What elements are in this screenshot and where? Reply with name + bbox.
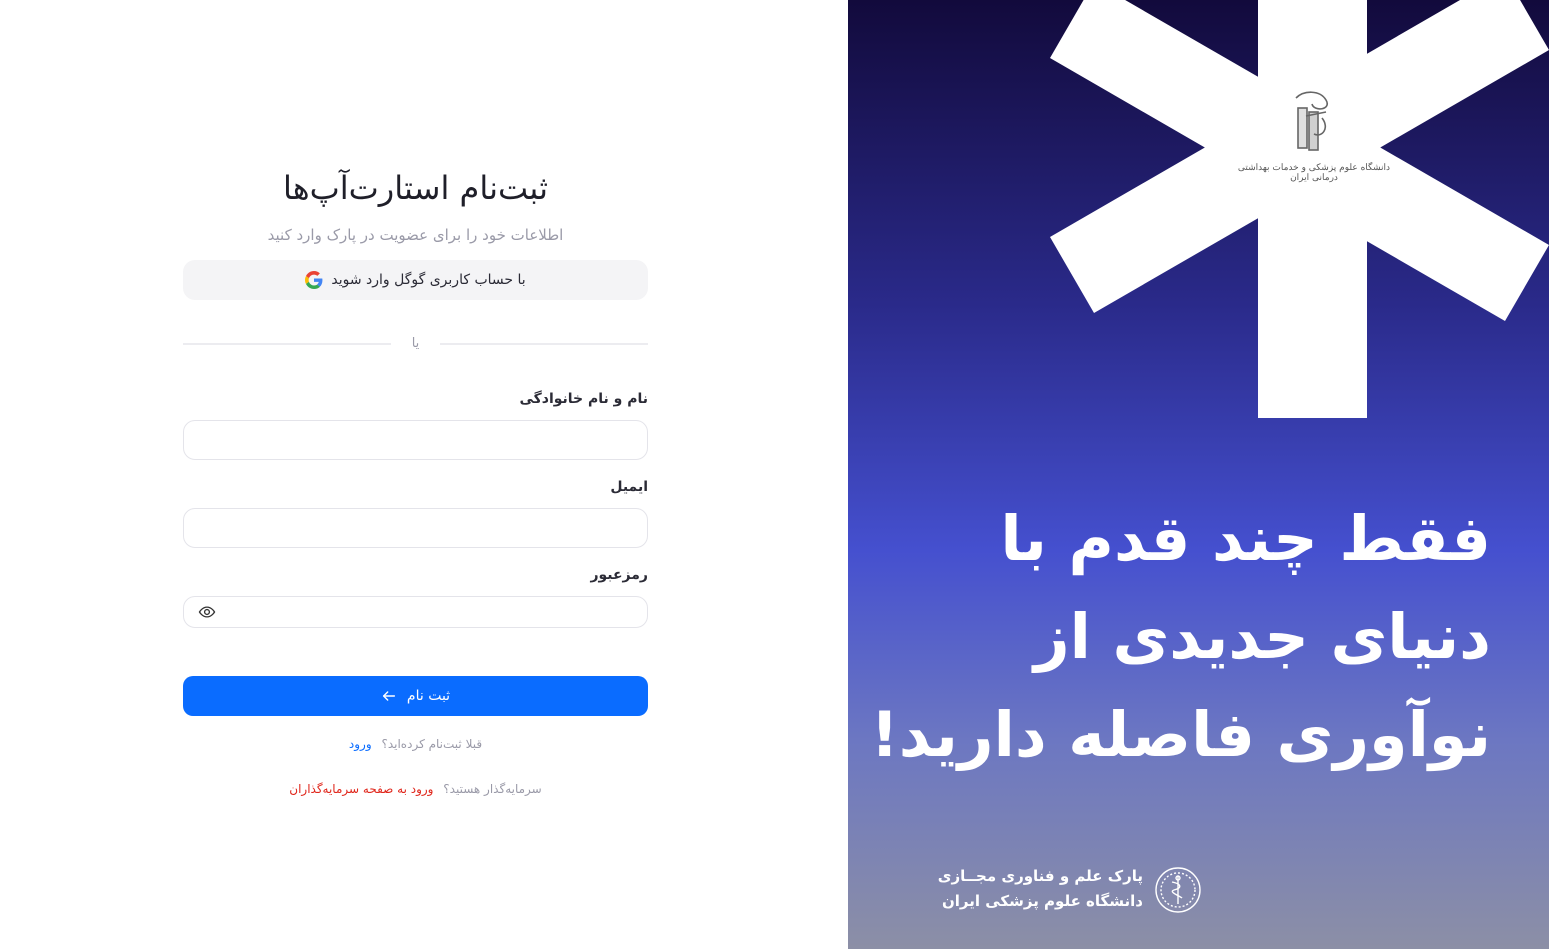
or-divider: یا [183, 334, 648, 354]
page-subtitle: اطلاعات خود را برای عضویت در پارک وارد ک… [267, 226, 564, 244]
headline-line: دنیای جدیدی از [1033, 600, 1491, 673]
login-link[interactable]: ورود [349, 737, 372, 751]
password-input[interactable] [183, 596, 648, 628]
asterisk-shape [1050, 0, 1549, 418]
hero-banner: دانشگاه علوم پزشکی و خدمات بهداشتی درمان… [848, 0, 1549, 949]
headline-line: فقط چند قدم با [1000, 502, 1491, 575]
headline-line: نوآوری فاصله دارید! [870, 698, 1491, 771]
park-emblem-icon [1155, 867, 1201, 913]
submit-label: ثبت نام [406, 688, 451, 704]
investor-prompt-line: سرمایه‌گذار هستید؟ ورود به صفحه سرمایه‌گ… [183, 780, 648, 798]
google-icon [305, 271, 323, 289]
park-name: پارک علم و فناوری مجــازی دانشگاه علوم پ… [938, 864, 1143, 914]
email-input[interactable] [183, 508, 648, 548]
google-signin-button[interactable]: با حساب کاربری گوگل وارد شوید [183, 260, 648, 300]
fullname-label: نام و نام خانوادگی [519, 391, 648, 407]
investor-login-link[interactable]: ورود به صفحه سرمایه‌گذاران [289, 782, 433, 796]
login-prompt-line: قبلا ثبت‌نام کرده‌اید؟ ورود [183, 735, 648, 753]
eye-icon[interactable] [198, 603, 216, 621]
login-prompt: قبلا ثبت‌نام کرده‌اید؟ [381, 737, 483, 751]
fullname-input[interactable] [183, 420, 648, 460]
hero-headline: فقط چند قدم با دنیای جدیدی از نوآوری فاص… [871, 490, 1491, 784]
email-label: ایمیل [610, 479, 648, 495]
investor-prompt: سرمایه‌گذار هستید؟ [443, 782, 542, 796]
park-name-line1: پارک علم و فناوری مجــازی [937, 867, 1143, 885]
signup-panel: ثبت‌نام استارت‌آپ‌ها اطلاعات خود را برای… [0, 0, 848, 949]
university-logo-text: دانشگاه علوم پزشکی و خدمات بهداشتی درمان… [1237, 163, 1391, 183]
arrow-left-icon [382, 691, 395, 701]
google-signin-label: با حساب کاربری گوگل وارد شوید [331, 272, 526, 288]
park-name-line2: دانشگاه علوم پزشکی ایران [941, 892, 1143, 910]
signup-submit-button[interactable]: ثبت نام [183, 676, 648, 716]
signup-form: ثبت‌نام استارت‌آپ‌ها اطلاعات خود را برای… [183, 0, 648, 949]
page-title: ثبت‌نام استارت‌آپ‌ها [283, 169, 548, 207]
or-label: یا [411, 336, 420, 351]
password-label: رمزعبور [590, 567, 648, 583]
